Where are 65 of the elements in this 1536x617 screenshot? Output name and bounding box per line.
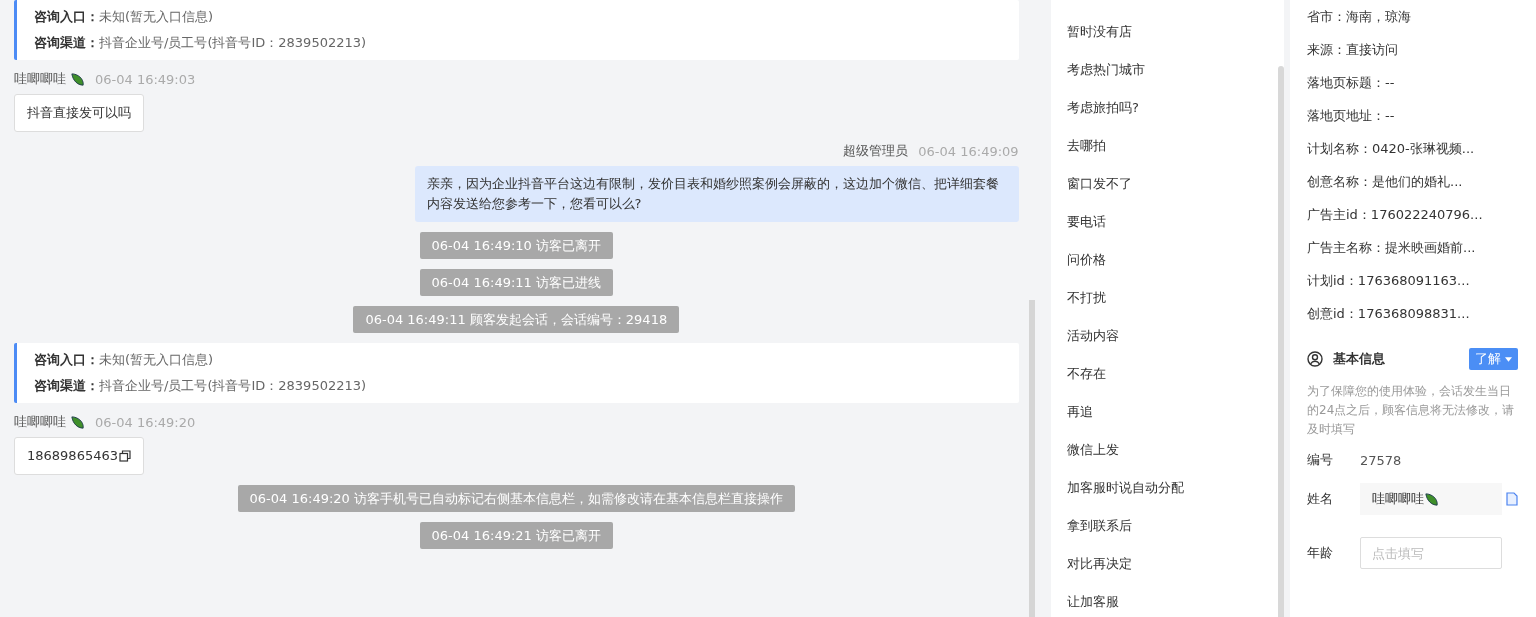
system-notice: 06-04 16:49:21 访客已离开 [419,522,613,549]
info-label: 咨询渠道： [34,35,99,50]
visitor-info-line: 创意id：176368098831... [1307,305,1471,323]
leaf-icon [70,414,85,430]
age-input[interactable]: 点击填写 [1360,537,1502,569]
field-label: 编号 [1307,451,1334,469]
system-notice: 06-04 16:49:20 访客手机号已自动标记右侧基本信息栏，如需修改请在基本信息栏直接操作 [237,485,795,512]
leaf-icon [70,71,85,87]
name-field[interactable]: 哇唧唧哇 [1360,483,1502,515]
quick-reply-item[interactable]: 让加客服 [1051,583,1274,617]
quick-reply-item[interactable]: 再追 [1051,393,1274,431]
system-notice: 06-04 16:49:11 访客已进线 [419,269,613,296]
scrollbar-thumb[interactable] [1028,300,1035,617]
visitor-info-line: 落地页地址：-- [1307,107,1396,125]
visitor-info-line: 计划id：176368091163... [1307,272,1471,290]
quick-reply-item[interactable]: 活动内容 [1051,317,1274,355]
quick-reply-item[interactable]: 考虑旅拍吗? [1051,89,1274,127]
message-text: 18689865463 [27,447,118,465]
info-label: 咨询渠道： [34,378,99,393]
info-value: 抖音企业号/员工号(抖音号ID：2839502213) [99,378,367,393]
visitor-info-line: 创意名称：是他们的婚礼... [1307,173,1464,191]
quick-reply-item[interactable]: 对比再决定 [1051,545,1274,583]
message-time: 06-04 16:49:03 [95,71,196,87]
user-circle-icon [1307,351,1323,367]
system-notice: 06-04 16:49:10 访客已离开 [419,232,613,259]
info-value: 未知(暂无入口信息) [99,352,214,367]
quick-reply-item[interactable]: 要电话 [1051,203,1274,241]
sender-name: 超级管理员 [843,142,909,160]
info-label: 咨询入口： [34,9,99,24]
sender-name: 哇唧唧哇 [14,70,66,88]
quick-reply-item[interactable]: 窗口发不了 [1051,165,1274,203]
sender-name: 哇唧唧哇 [14,413,66,431]
system-notice: 06-04 16:49:11 顾客发起会话，会话编号：29418 [353,306,680,333]
quick-reply-item[interactable]: 微信上发 [1051,431,1274,469]
scrollbar-thumb[interactable] [1278,66,1284,617]
leaf-icon [1424,491,1439,507]
section-title: 基本信息 [1333,350,1386,368]
copy-icon[interactable] [119,450,131,462]
info-value: 抖音企业号/员工号(抖音号ID：2839502213) [99,35,367,50]
quick-reply-item[interactable]: 考虑热门城市 [1051,51,1274,89]
visitor-info-line: 省市：海南，琼海 [1307,8,1412,26]
quick-reply-item[interactable]: 问价格 [1051,241,1274,279]
quick-reply-item[interactable]: 不打扰 [1051,279,1274,317]
message-time: 06-04 16:49:09 [918,143,1019,159]
quick-reply-item[interactable]: 加客服时说自动分配 [1051,469,1274,507]
quick-reply-item[interactable]: 不存在 [1051,355,1274,393]
info-label: 咨询入口： [34,352,99,367]
quick-reply-item[interactable]: 去哪拍 [1051,127,1274,165]
name-value: 哇唧唧哇 [1372,490,1424,508]
field-label: 年龄 [1307,544,1334,562]
visitor-info-line: 来源：直接访问 [1307,41,1399,59]
message-text: 抖音直接发可以吗 [27,104,131,122]
caret-icon [1505,356,1512,362]
info-value: 未知(暂无入口信息) [99,9,214,24]
field-value: 27578 [1360,452,1402,468]
message-bubble: 亲亲，因为企业抖音平台这边有限制，发价目表和婚纱照案例会屏蔽的，这边加个微信、把详细套餐内容发送给您参考一下，您看可以么? [414,166,1019,222]
quick-reply-item[interactable]: 拿到联系后 [1051,507,1274,545]
field-label: 姓名 [1307,490,1334,508]
notice-text: 为了保障您的使用体验，会话发生当日的24点之后，顾客信息将无法修改，请及时填写 [1307,383,1516,438]
visitor-info-line: 广告主名称：提米映画婚前... [1307,239,1477,257]
quick-reply-item[interactable]: 暂时没有店 [1051,13,1274,51]
visitor-info-line: 落地页标题：-- [1307,74,1396,92]
message-time: 06-04 16:49:20 [95,414,196,430]
visitor-info-line: 广告主id：176022240796... [1307,206,1484,224]
visitor-info-line: 计划名称：0420-张琳视频... [1307,140,1476,158]
